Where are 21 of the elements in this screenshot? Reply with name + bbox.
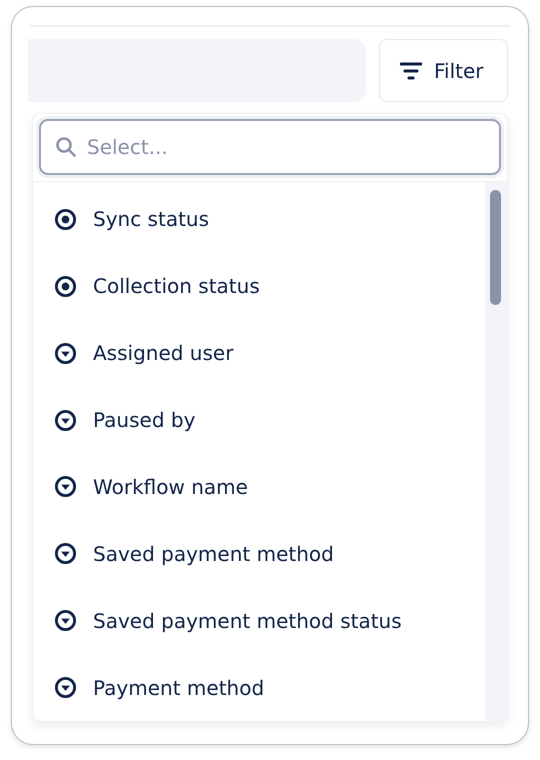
caret-circle-icon bbox=[54, 676, 77, 700]
scrollbar-thumb[interactable] bbox=[490, 190, 501, 305]
dropdown-option[interactable]: Paused by bbox=[33, 386, 485, 454]
search-field[interactable]: Select... bbox=[39, 119, 501, 175]
caret-circle-icon bbox=[54, 408, 77, 432]
caret-circle-icon bbox=[54, 475, 77, 498]
dropdown-option[interactable]: Payment method bbox=[33, 654, 485, 721]
dropdown-option[interactable]: Sync status bbox=[33, 186, 485, 253]
search-icon bbox=[55, 136, 77, 158]
caret-circle-icon bbox=[54, 542, 77, 566]
dropdown-option[interactable]: Saved payment method status bbox=[33, 587, 485, 654]
dropdown-option[interactable]: Collection status bbox=[33, 252, 485, 320]
filter-button[interactable]: Filter bbox=[379, 39, 508, 102]
filter-icon bbox=[400, 60, 422, 80]
caret-circle-icon bbox=[54, 609, 77, 632]
dropdown-option[interactable]: Workflow name bbox=[33, 454, 485, 520]
caret-circle-icon bbox=[54, 342, 77, 365]
dropdown-option[interactable]: Assigned user bbox=[33, 320, 485, 387]
dropdown-option[interactable]: Saved payment method bbox=[33, 520, 485, 588]
radio-dot-icon bbox=[54, 208, 77, 231]
radio-dot-icon bbox=[54, 274, 77, 298]
